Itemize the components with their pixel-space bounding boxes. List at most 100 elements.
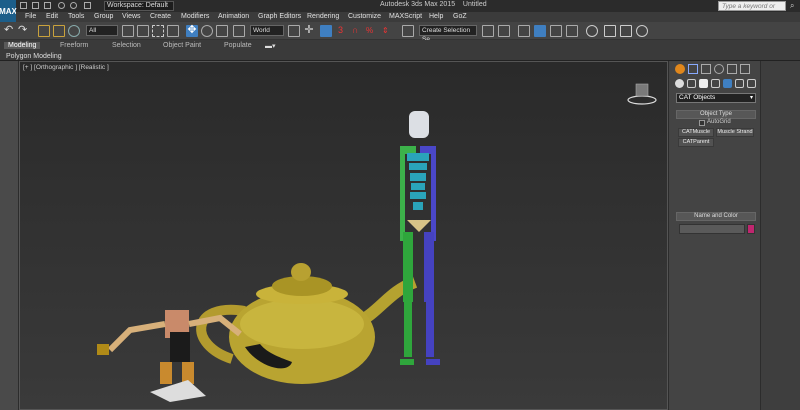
menu-help[interactable]: Help: [429, 13, 443, 20]
select-move-icon[interactable]: ✥: [186, 25, 198, 37]
curve-editor-icon[interactable]: [550, 25, 562, 37]
app-logo[interactable]: MAX: [0, 0, 17, 22]
layer-explorer-icon[interactable]: [518, 25, 530, 37]
menu-animation[interactable]: Animation: [218, 13, 249, 20]
menu-group[interactable]: Group: [94, 13, 113, 20]
menu-tools[interactable]: Tools: [68, 13, 84, 20]
object-type-rollout[interactable]: Object Type: [676, 110, 756, 119]
select-scale-icon[interactable]: [216, 25, 228, 37]
create-tab-icon[interactable]: [675, 64, 685, 74]
menu-graph-editors[interactable]: Graph Editors: [258, 13, 301, 20]
menu-goz[interactable]: GoZ: [453, 13, 467, 20]
tab-freeform[interactable]: Freeform: [60, 42, 88, 49]
category-value: CAT Objects: [679, 94, 716, 101]
app-title: Autodesk 3ds Max 2015 Untitled: [380, 1, 487, 8]
redo-icon[interactable]: ↷: [18, 25, 30, 37]
selection-filter-dropdown[interactable]: All: [86, 25, 118, 36]
catparent-button[interactable]: CATParent: [678, 138, 714, 147]
object-name-field[interactable]: [679, 224, 745, 234]
selection-filter-value: All: [89, 27, 97, 34]
render-production-icon[interactable]: [636, 25, 648, 37]
select-object-icon[interactable]: [122, 25, 134, 37]
menu-views[interactable]: Views: [122, 13, 141, 20]
workspace-dropdown[interactable]: Workspace: Default: [104, 1, 174, 11]
menu-bar: File Edit Tools Group Views Create Modif…: [16, 12, 800, 22]
save-file-icon[interactable]: [44, 2, 51, 9]
spinner-snap-icon[interactable]: ⇕: [382, 25, 394, 37]
autogrid-label: AutoGrid: [707, 119, 731, 125]
category-dropdown[interactable]: CAT Objects ▾: [676, 93, 756, 103]
menu-create[interactable]: Create: [150, 13, 171, 20]
catmuscle-button[interactable]: CATMuscle: [678, 128, 714, 137]
tab-selection[interactable]: Selection: [112, 42, 141, 49]
search-input[interactable]: Type a keyword or phrase: [718, 1, 786, 19]
menu-edit[interactable]: Edit: [46, 13, 58, 20]
lights-icon[interactable]: [699, 79, 708, 88]
workspace-label: Workspace: Default: [107, 2, 168, 9]
name-color-title: Name and Color: [694, 213, 738, 219]
rect-select-icon[interactable]: [152, 25, 164, 37]
redo-quick-icon[interactable]: [70, 2, 77, 9]
tab-object-paint[interactable]: Object Paint: [163, 42, 201, 49]
systems-icon[interactable]: [747, 79, 756, 88]
rendered-frame-icon[interactable]: [620, 25, 632, 37]
link-icon[interactable]: [38, 25, 50, 37]
polygon-modeling-bar[interactable]: Polygon Modeling: [0, 52, 800, 61]
select-by-name-icon[interactable]: [137, 25, 149, 37]
shapes-icon[interactable]: [687, 79, 696, 88]
menu-modifiers[interactable]: Modifiers: [181, 13, 209, 20]
menu-file[interactable]: File: [25, 13, 36, 20]
teapot: [196, 263, 418, 384]
keyboard-shortcut-icon[interactable]: [320, 25, 332, 37]
material-editor-icon[interactable]: [586, 25, 598, 37]
project-folder-icon[interactable]: [84, 2, 91, 9]
tab-populate[interactable]: Populate: [224, 42, 252, 49]
viewcube-icon: [627, 83, 657, 105]
menu-maxscript[interactable]: MAXScript: [389, 13, 422, 20]
name-color-rollout[interactable]: Name and Color: [676, 212, 756, 221]
edit-named-sel-icon[interactable]: [402, 25, 414, 37]
use-pivot-center-icon[interactable]: [288, 25, 300, 37]
display-tab-icon[interactable]: [727, 64, 737, 74]
schematic-view-icon[interactable]: [566, 25, 578, 37]
modify-tab-icon[interactable]: [688, 64, 698, 74]
geometry-icon[interactable]: [675, 79, 684, 88]
new-file-icon[interactable]: [20, 2, 27, 9]
object-type-title: Object Type: [700, 111, 732, 117]
pivot-icon[interactable]: [233, 25, 245, 37]
bind-space-warp-icon[interactable]: [68, 25, 80, 37]
render-setup-icon[interactable]: [604, 25, 616, 37]
undo-quick-icon[interactable]: [58, 2, 65, 9]
toggle-ribbon-icon[interactable]: [534, 25, 546, 37]
snaps-toggle-icon[interactable]: 3: [338, 25, 350, 37]
unlink-icon[interactable]: [53, 25, 65, 37]
angle-snap-icon[interactable]: ∩: [352, 25, 364, 37]
catparent-label: CATParent: [682, 139, 710, 145]
ribbon: Modeling Freeform Selection Object Paint…: [0, 40, 800, 52]
search-icon[interactable]: ⌕: [790, 1, 794, 11]
helpers-icon[interactable]: [723, 79, 732, 88]
ribbon-options-icon[interactable]: ▬▾: [265, 42, 276, 50]
hierarchy-tab-icon[interactable]: [701, 64, 711, 74]
muscle-strand-button[interactable]: Muscle Strand: [716, 128, 754, 137]
menu-rendering[interactable]: Rendering: [307, 13, 339, 20]
spacewarps-icon[interactable]: [735, 79, 744, 88]
align-icon[interactable]: [498, 25, 510, 37]
select-rotate-icon[interactable]: [201, 25, 213, 37]
window-crossing-icon[interactable]: [167, 25, 179, 37]
select-manipulate-icon[interactable]: ✛: [303, 25, 315, 37]
mirror-icon[interactable]: [482, 25, 494, 37]
percent-snap-icon[interactable]: %: [366, 25, 378, 37]
utilities-tab-icon[interactable]: [740, 64, 750, 74]
reference-coord-dropdown[interactable]: World: [250, 25, 284, 36]
viewport[interactable]: [+ ] [Orthographic ] [Realistic ]: [19, 61, 668, 410]
motion-tab-icon[interactable]: [714, 64, 724, 74]
tab-modeling[interactable]: Modeling: [4, 42, 41, 49]
object-color-swatch[interactable]: [747, 224, 755, 234]
menu-customize[interactable]: Customize: [348, 13, 381, 20]
autogrid-checkbox[interactable]: [699, 120, 705, 126]
named-selection-dropdown[interactable]: Create Selection Se: [419, 25, 477, 43]
open-file-icon[interactable]: [32, 2, 39, 9]
cameras-icon[interactable]: [711, 79, 720, 88]
undo-icon[interactable]: ↶: [4, 25, 16, 37]
